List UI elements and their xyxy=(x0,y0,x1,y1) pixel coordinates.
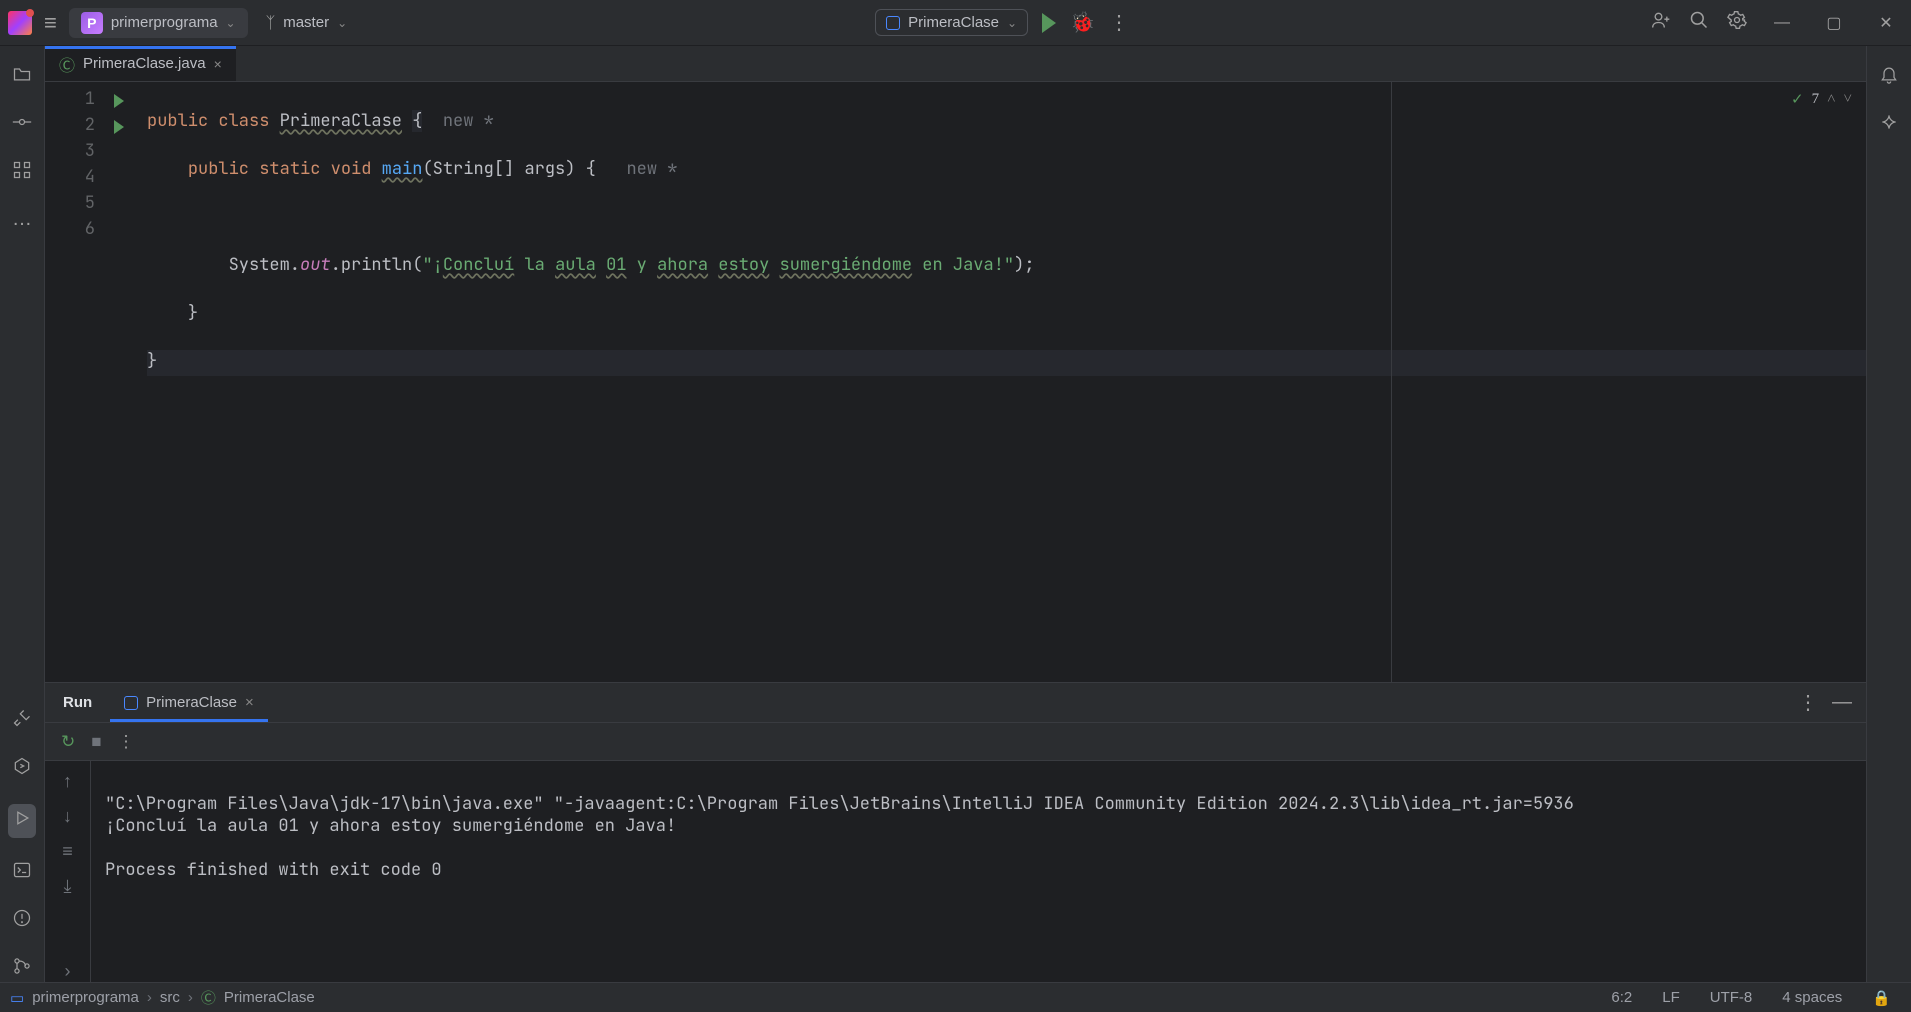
vcs-branch-selector[interactable]: ᛉ master ⌄ xyxy=(260,13,354,32)
run-tool-title: Run xyxy=(45,694,110,711)
chevron-up-icon[interactable]: ˄ xyxy=(1827,91,1835,108)
run-tool-icon[interactable] xyxy=(8,804,36,838)
breadcrumb-item[interactable]: PrimeraClase xyxy=(224,989,315,1006)
structure-tool-icon[interactable] xyxy=(12,160,32,186)
rerun-icon[interactable]: ↻ xyxy=(61,732,75,752)
run-button[interactable] xyxy=(1042,13,1056,33)
vcs-tool-icon[interactable] xyxy=(12,956,32,982)
ide-logo[interactable] xyxy=(8,11,32,35)
run-console-output[interactable]: "C:\Program Files\Java\jdk-17\bin\java.e… xyxy=(91,761,1866,982)
readonly-lock-icon[interactable]: 🔒 xyxy=(1862,989,1901,1007)
class-icon: Ⓒ xyxy=(201,987,216,1008)
runconfig-icon xyxy=(124,696,138,710)
run-tab-label: PrimeraClase xyxy=(146,694,237,711)
debug-button[interactable]: 🐞 xyxy=(1070,10,1095,35)
module-icon: ▭ xyxy=(10,989,24,1007)
chevron-right-icon: › xyxy=(147,989,152,1006)
project-letter-icon: P xyxy=(81,12,103,34)
close-button[interactable]: ✕ xyxy=(1869,13,1903,33)
close-tab-icon[interactable]: × xyxy=(214,56,222,72)
soft-wrap-icon[interactable]: ≡ xyxy=(62,841,73,862)
inspection-widget[interactable]: ✓ 7 ˄ ˅ xyxy=(1791,90,1852,109)
console-line: ¡Concluí la aula 01 y ahora estoy sumerg… xyxy=(105,815,676,837)
problems-tool-icon[interactable] xyxy=(12,908,32,934)
stop-icon[interactable]: ■ xyxy=(91,732,101,752)
run-gutter xyxy=(105,82,133,682)
titlebar: ≡ P primerprograma ⌄ ᛉ master ⌄ PrimeraC… xyxy=(0,0,1911,46)
search-icon[interactable] xyxy=(1689,10,1709,36)
ai-assistant-icon[interactable] xyxy=(1879,112,1899,138)
run-config-label: PrimeraClase xyxy=(908,14,999,31)
line-separator[interactable]: LF xyxy=(1652,989,1690,1006)
check-icon: ✓ xyxy=(1791,90,1804,109)
inspection-count: 7 xyxy=(1812,91,1820,108)
chevron-down-icon: ⌄ xyxy=(226,16,236,30)
line-number-gutter: 1 2 3 4 5 6 xyxy=(45,82,105,682)
breadcrumb-item[interactable]: src xyxy=(160,989,180,1006)
run-toolbar: ↻ ■ ⋮ xyxy=(45,723,1866,761)
editor-tab-label: PrimeraClase.java xyxy=(83,55,206,72)
code-area[interactable]: public class PrimeraClase { new * public… xyxy=(133,82,1866,682)
breadcrumb[interactable]: ▭ primerprograma › src › Ⓒ PrimeraClase xyxy=(10,987,315,1008)
right-toolbar xyxy=(1866,46,1911,982)
code-with-me-icon[interactable] xyxy=(1651,10,1671,36)
more-run-actions[interactable]: ⋮ xyxy=(1109,10,1129,35)
class-file-icon: Ⓒ xyxy=(59,52,75,76)
expand-icon[interactable]: › xyxy=(65,961,71,982)
project-selector[interactable]: P primerprograma ⌄ xyxy=(69,8,248,38)
code-editor[interactable]: 1 2 3 4 5 6 public class PrimeraClase { … xyxy=(45,82,1866,682)
chevron-right-icon: › xyxy=(188,989,193,1006)
run-config-selector[interactable]: PrimeraClase ⌄ xyxy=(875,9,1028,36)
chevron-down-icon: ⌄ xyxy=(1007,16,1017,30)
left-toolbar: … xyxy=(0,46,45,982)
console-line: Process finished with exit code 0 xyxy=(105,859,442,881)
minimize-button[interactable]: — xyxy=(1765,14,1799,32)
file-encoding[interactable]: UTF-8 xyxy=(1700,989,1763,1006)
build-tool-icon[interactable] xyxy=(12,708,32,734)
up-stack-icon[interactable]: ↑ xyxy=(63,771,72,792)
maximize-button[interactable]: ▢ xyxy=(1817,13,1851,33)
chevron-down-icon[interactable]: ˅ xyxy=(1844,91,1852,108)
status-bar: ▭ primerprograma › src › Ⓒ PrimeraClase … xyxy=(0,982,1911,1012)
right-margin-guide xyxy=(1391,82,1392,682)
notifications-icon[interactable] xyxy=(1879,64,1899,90)
run-tool-window: Run PrimeraClase × ⋮ — ↻ ■ ⋮ ↑ ↓ xyxy=(45,682,1866,982)
down-stack-icon[interactable]: ↓ xyxy=(63,806,72,827)
run-line-icon[interactable] xyxy=(114,120,124,134)
close-run-tab-icon[interactable]: × xyxy=(245,694,254,711)
editor-tab[interactable]: Ⓒ PrimeraClase.java × xyxy=(45,46,236,81)
project-tool-icon[interactable] xyxy=(12,64,32,90)
branch-icon: ᛉ xyxy=(266,13,276,32)
run-toolbar-more[interactable]: ⋮ xyxy=(118,732,135,752)
breadcrumb-item[interactable]: primerprograma xyxy=(32,989,139,1006)
main-menu-button[interactable]: ≡ xyxy=(44,10,57,36)
branch-name-label: master xyxy=(283,14,329,31)
run-tab[interactable]: PrimeraClase × xyxy=(110,683,268,722)
more-tools-icon[interactable]: … xyxy=(12,208,32,231)
project-name-label: primerprograma xyxy=(111,14,218,31)
settings-icon[interactable] xyxy=(1727,10,1747,36)
terminal-tool-icon[interactable] xyxy=(12,860,32,886)
caret-position[interactable]: 6:2 xyxy=(1601,989,1642,1006)
run-side-toolbar: ↑ ↓ ≡ ⤓ › xyxy=(45,761,91,982)
editor-tabs: Ⓒ PrimeraClase.java × xyxy=(45,46,1866,82)
run-line-icon[interactable] xyxy=(114,94,124,108)
runconfig-icon xyxy=(886,16,900,30)
services-tool-icon[interactable] xyxy=(12,756,32,782)
hide-tool-window-icon[interactable]: — xyxy=(1832,691,1866,714)
console-line: "C:\Program Files\Java\jdk-17\bin\java.e… xyxy=(105,793,1574,815)
run-tool-options[interactable]: ⋮ xyxy=(1798,690,1818,715)
chevron-down-icon: ⌄ xyxy=(337,16,347,30)
scroll-end-icon[interactable]: ⤓ xyxy=(64,876,72,897)
indent-settings[interactable]: 4 spaces xyxy=(1772,989,1852,1006)
commit-tool-icon[interactable] xyxy=(12,112,32,138)
